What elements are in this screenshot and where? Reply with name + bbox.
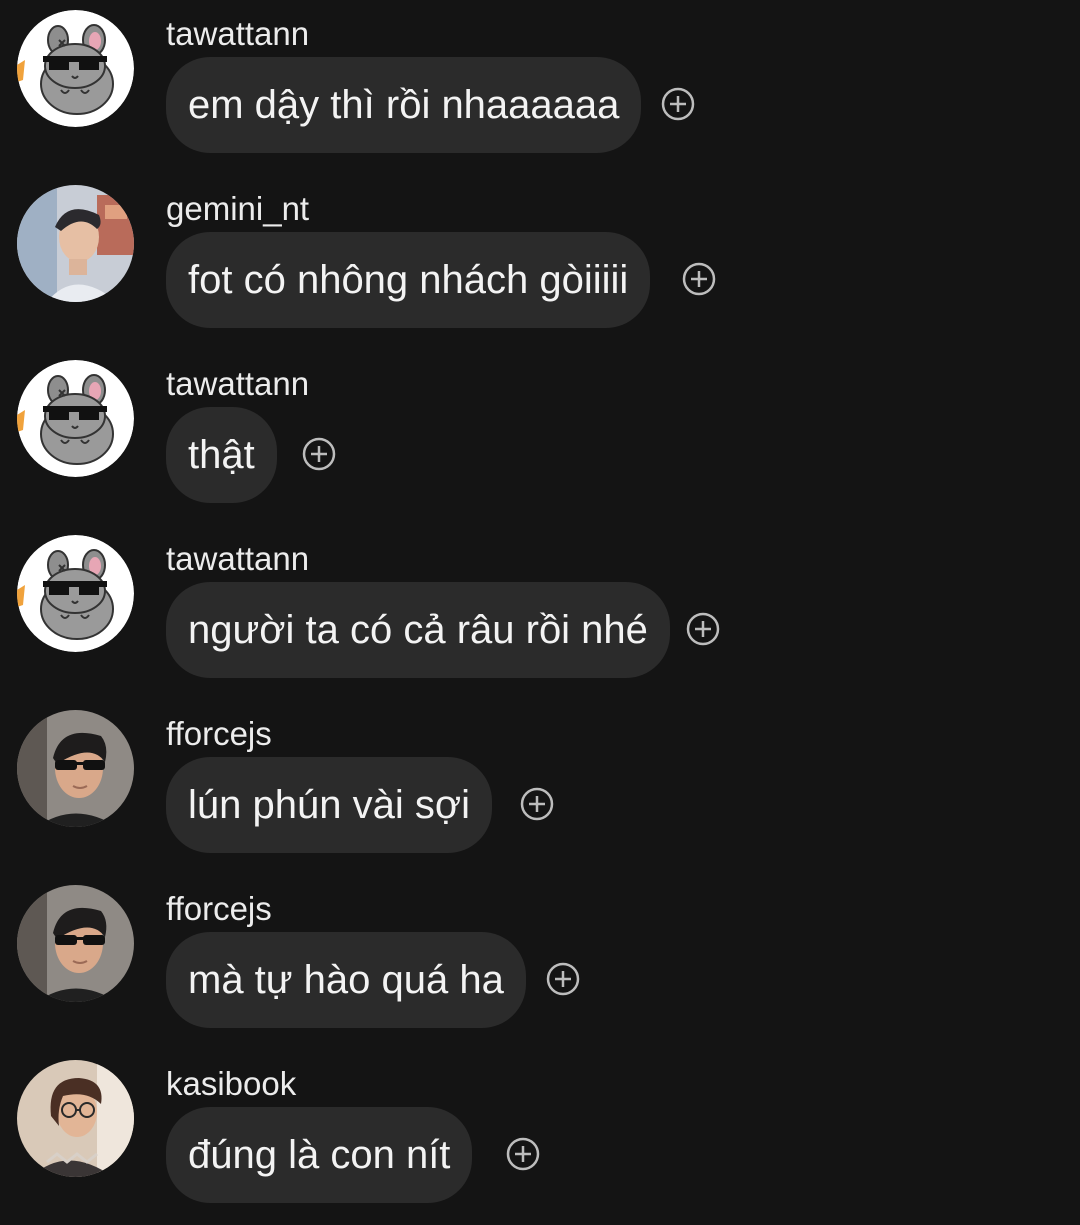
username[interactable]: fforcejs	[166, 714, 272, 754]
message-bubble[interactable]: fot có nhông nhách gòiiiii	[166, 232, 651, 328]
chat-message: fforcejs mà tự hào quá ha	[0, 875, 1080, 1050]
add-reaction-icon[interactable]	[661, 87, 695, 121]
message-bubble[interactable]: lún phún vài sợi	[166, 757, 492, 853]
chat-message: gemini_nt fot có nhông nhách gòiiiii	[0, 175, 1080, 350]
add-reaction-icon[interactable]	[520, 787, 554, 821]
add-reaction-icon[interactable]	[682, 262, 716, 296]
avatar[interactable]	[17, 185, 134, 302]
add-reaction-icon[interactable]	[302, 437, 336, 471]
message-bubble[interactable]: người ta có cả râu rồi nhé	[166, 582, 670, 678]
add-reaction-icon[interactable]	[546, 962, 580, 996]
chinchilla-sunglasses-icon	[17, 535, 134, 652]
avatar[interactable]	[17, 535, 134, 652]
username[interactable]: tawattann	[166, 14, 309, 54]
person-sunglasses-icon	[17, 710, 134, 827]
avatar[interactable]	[17, 710, 134, 827]
username[interactable]: gemini_nt	[166, 189, 309, 229]
chat-message: fforcejs lún phún vài sợi	[0, 700, 1080, 875]
chat-message: tawattann em dậy thì rồi nhaaaaaa	[0, 0, 1080, 175]
avatar[interactable]	[17, 360, 134, 477]
chat-message: tawattann thật	[0, 350, 1080, 525]
avatar[interactable]	[17, 1060, 134, 1177]
chinchilla-sunglasses-icon	[17, 360, 134, 477]
add-reaction-icon[interactable]	[506, 1137, 540, 1171]
chinchilla-sunglasses-icon	[17, 10, 134, 127]
message-bubble[interactable]: mà tự hào quá ha	[166, 932, 526, 1028]
avatar[interactable]	[17, 10, 134, 127]
person-glasses-icon	[17, 1060, 134, 1177]
avatar[interactable]	[17, 885, 134, 1002]
chat-message: tawattann người ta có cả râu rồi nhé	[0, 525, 1080, 700]
message-bubble[interactable]: em dậy thì rồi nhaaaaaa	[166, 57, 642, 153]
message-bubble[interactable]: đúng là con nít	[166, 1107, 473, 1203]
username[interactable]: tawattann	[166, 539, 309, 579]
add-reaction-icon[interactable]	[686, 612, 720, 646]
person-sunglasses-icon	[17, 885, 134, 1002]
username[interactable]: fforcejs	[166, 889, 272, 929]
chat-message: kasibook đúng là con nít	[0, 1050, 1080, 1225]
message-bubble[interactable]: thật	[166, 407, 277, 503]
person-photo-icon	[17, 185, 134, 302]
username[interactable]: tawattann	[166, 364, 309, 404]
username[interactable]: kasibook	[166, 1064, 296, 1104]
chat-thread: tawattann em dậy thì rồi nhaaaaaa gemini…	[0, 0, 1080, 1217]
